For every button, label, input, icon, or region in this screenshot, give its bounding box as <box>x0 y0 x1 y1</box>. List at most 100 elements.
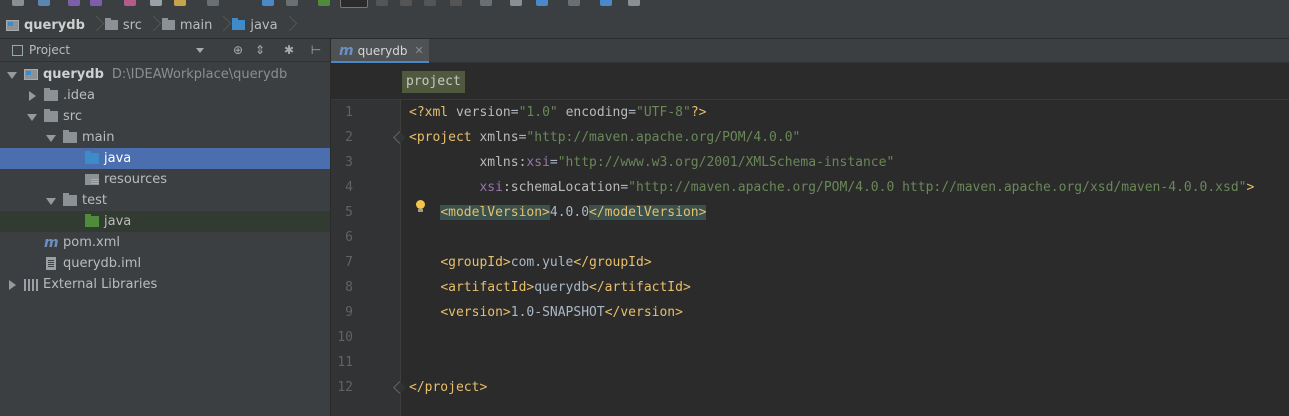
redo-icon[interactable] <box>90 0 102 6</box>
vcs-icon[interactable] <box>568 0 580 6</box>
tree-item-external-libraries[interactable]: External Libraries <box>0 274 330 295</box>
forward-icon[interactable] <box>286 0 298 6</box>
line-number: 7 <box>345 255 353 270</box>
xml-text: com.yule <box>510 255 574 270</box>
code-line-9: <version>1.0-SNAPSHOT</version> <box>409 300 683 325</box>
help-icon[interactable] <box>600 0 612 6</box>
xml-value: "1.0" <box>518 105 558 120</box>
breadcrumb-item-main[interactable]: main <box>161 12 232 39</box>
sdk-icon[interactable] <box>536 0 548 6</box>
project-structure-icon[interactable] <box>480 0 492 6</box>
navigation-breadcrumb: querydb src main java <box>0 12 1289 39</box>
xml-equals: = <box>549 155 558 170</box>
expand-arrow-icon[interactable] <box>45 195 57 207</box>
chevron-down-icon[interactable] <box>196 48 204 53</box>
xml-value: "http://www.w3.org/2001/XMLSchema-instan… <box>557 155 895 170</box>
breadcrumb-item-java[interactable]: java <box>232 12 297 39</box>
line-number: 6 <box>345 230 353 245</box>
undo-icon[interactable] <box>68 0 80 6</box>
expand-arrow-icon[interactable] <box>26 111 38 123</box>
tree-item-querydb[interactable]: querydb D:\IDEAWorkplace\querydb <box>0 64 330 85</box>
collapse-all-icon[interactable]: ⇕ <box>254 44 266 56</box>
line-number: 11 <box>337 355 353 370</box>
folder-icon <box>63 130 77 143</box>
tab-label: querydb <box>357 43 408 58</box>
tree-item-label: External Libraries <box>43 277 158 292</box>
tree-item-idea[interactable]: .idea <box>0 85 330 106</box>
cut-icon[interactable] <box>124 0 136 6</box>
tree-item-main[interactable]: main <box>0 127 330 148</box>
breadcrumb-item-querydb[interactable]: querydb <box>6 12 105 39</box>
folder-icon <box>63 193 77 206</box>
libraries-icon <box>24 278 38 291</box>
tree-item-pom[interactable]: m pom.xml <box>0 232 330 253</box>
tree-item-label: test <box>82 193 107 208</box>
back-icon[interactable] <box>262 0 274 6</box>
folder-icon <box>161 18 175 30</box>
xml-tag: <groupId> <box>440 255 511 270</box>
expand-arrow-icon[interactable] <box>6 69 18 81</box>
tree-item-java-test[interactable]: java <box>0 211 330 232</box>
hide-panel-icon[interactable]: ⊢ <box>310 44 322 56</box>
folder-icon <box>104 18 118 30</box>
project-view-selector[interactable]: Project <box>29 43 70 57</box>
close-icon[interactable]: ✕ <box>414 44 423 57</box>
gear-icon[interactable]: ✱ <box>283 44 295 56</box>
maven-icon: m <box>44 234 59 251</box>
code-line-12: </project> <box>409 375 487 400</box>
tab-querydb[interactable]: m querydb ✕ <box>331 39 429 63</box>
xml-namespace: xsi <box>479 180 503 195</box>
tree-item-src[interactable]: src <box>0 106 330 127</box>
tree-item-label: java <box>104 151 132 166</box>
build-icon[interactable] <box>318 0 330 6</box>
xml-breadcrumb-project[interactable]: project <box>402 71 465 93</box>
run-icon[interactable] <box>376 0 388 6</box>
presentation-icon[interactable] <box>628 0 640 6</box>
line-number: 10 <box>337 330 353 345</box>
breadcrumb-item-src[interactable]: src <box>104 12 162 39</box>
xml-text: 4.0.0 <box>549 205 590 220</box>
project-panel: Project ⊕ ⇕ ✱ ⊢ querydb D:\IDEAWorkplace… <box>0 39 331 416</box>
expand-arrow-icon[interactable] <box>45 132 57 144</box>
stop-icon[interactable] <box>450 0 462 6</box>
xml-value: "http://maven.apache.org/POM/4.0.0 http:… <box>628 180 1247 195</box>
locate-file-icon[interactable]: ⊕ <box>232 44 244 56</box>
run-config-dropdown[interactable] <box>340 0 368 8</box>
save-icon[interactable] <box>12 0 24 6</box>
code-line-8: <artifactId>querydb</artifactId> <box>409 275 691 300</box>
xml-tag: </artifactId> <box>589 280 691 295</box>
editor-code-area[interactable]: <?xml version="1.0" encoding="UTF-8"?> <… <box>401 100 1289 416</box>
tree-item-label: resources <box>104 172 168 187</box>
xml-tag: <artifactId> <box>440 280 535 295</box>
copy-icon[interactable] <box>150 0 162 6</box>
xml-attr: schemaLocation <box>510 180 621 195</box>
xml-namespace: xsi <box>526 155 550 170</box>
code-line-2: <project xmlns="http://maven.apache.org/… <box>409 125 800 150</box>
collapse-arrow-icon[interactable] <box>26 90 38 102</box>
editor-tab-bar: m querydb ✕ <box>331 39 1289 63</box>
tree-item-iml[interactable]: querydb.iml <box>0 253 330 274</box>
code-line-1: <?xml version="1.0" encoding="UTF-8"?> <box>409 100 706 125</box>
tree-item-test[interactable]: test <box>0 190 330 211</box>
coverage-icon[interactable] <box>424 0 436 6</box>
xml-tag: </modelVersion> <box>589 205 707 220</box>
xml-value: "http://maven.apache.org/POM/4.0.0" <box>526 130 801 145</box>
tree-item-java-main[interactable]: java <box>0 148 330 169</box>
line-number: 4 <box>345 180 353 195</box>
line-number: 1 <box>345 105 353 120</box>
tree-item-label: pom.xml <box>63 235 120 250</box>
tree-item-label: src <box>63 109 82 124</box>
xml-decl-open: <?xml <box>409 105 456 120</box>
xml-equals: = <box>628 105 637 120</box>
code-line-4: xsi:schemaLocation="http://maven.apache.… <box>409 175 1254 200</box>
paste-icon[interactable] <box>174 0 186 6</box>
sync-icon[interactable] <box>38 0 50 6</box>
collapse-arrow-icon[interactable] <box>6 279 18 291</box>
debug-icon[interactable] <box>400 0 412 6</box>
settings-icon[interactable] <box>510 0 522 6</box>
line-number: 5 <box>345 205 353 220</box>
tree-item-resources[interactable]: resources <box>0 169 330 190</box>
breadcrumb-separator <box>148 12 158 39</box>
find-icon[interactable] <box>207 0 219 6</box>
xml-attr: encoding <box>565 105 629 120</box>
